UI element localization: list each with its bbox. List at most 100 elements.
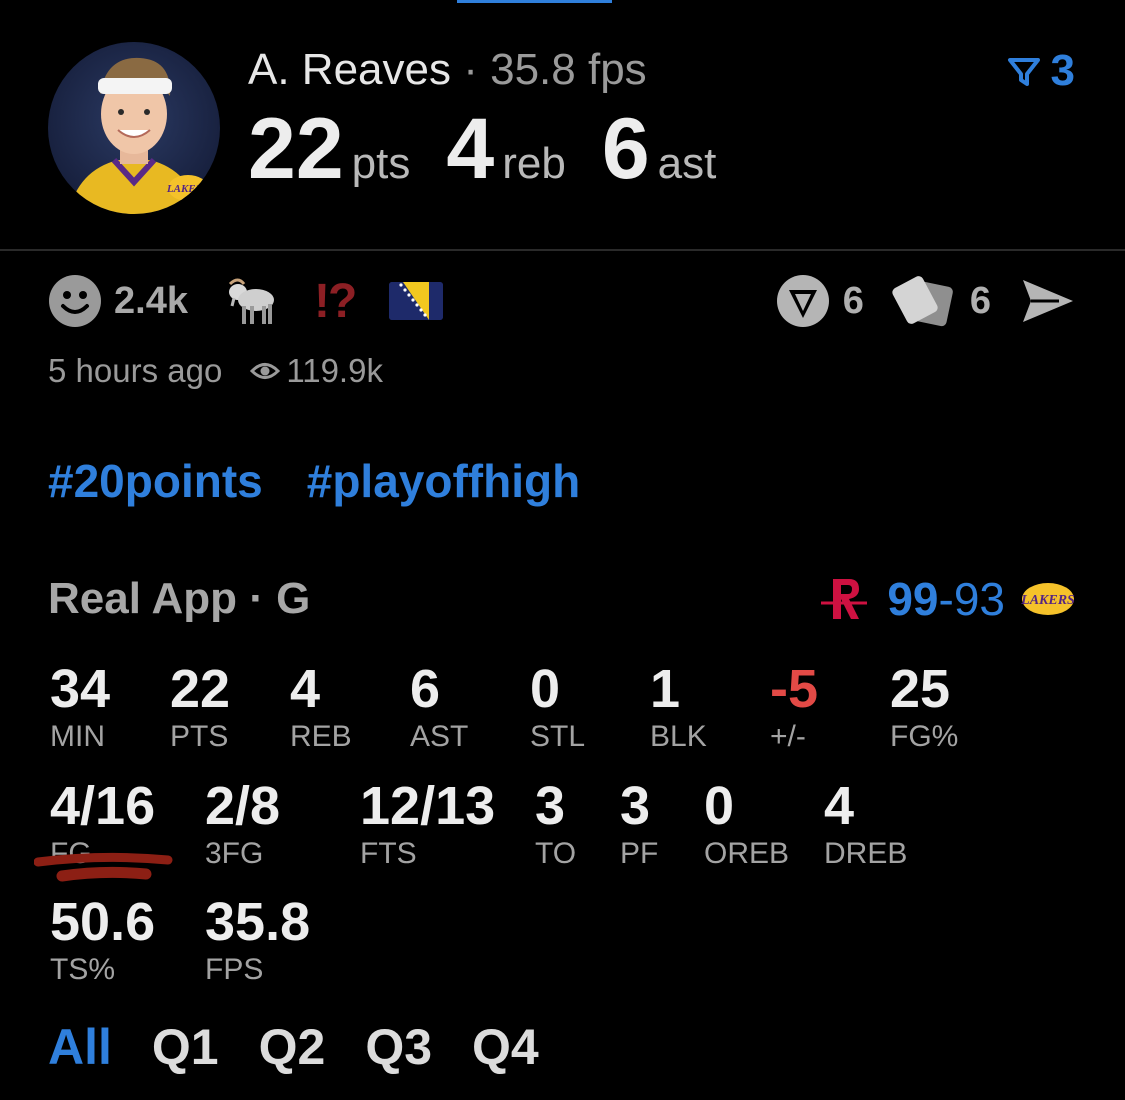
- hashtags: #20points #playoffhigh: [48, 454, 624, 508]
- rockets-logo: [821, 579, 868, 619]
- name-separator: ·: [463, 45, 478, 94]
- stat-stl-value: 0: [530, 659, 561, 719]
- headline-stats: 22 pts 4 reb 6 ast: [248, 104, 752, 194]
- smiley-icon[interactable]: [48, 274, 102, 328]
- stat-fg-pct-value: 25: [890, 659, 951, 719]
- lakers-logo: LAKERS: [1020, 583, 1075, 615]
- stat-plus-minus-value: -5: [770, 659, 819, 719]
- stat-blk-value: 1: [650, 659, 681, 719]
- stat-ast-value: 6: [410, 659, 441, 719]
- stat-fg-pct: 25 FG%: [890, 660, 958, 754]
- stat-ast-label: AST: [410, 720, 469, 753]
- tab-q2[interactable]: Q2: [259, 1018, 326, 1076]
- score-home: 99: [887, 573, 939, 625]
- tab-q1[interactable]: Q1: [152, 1018, 219, 1076]
- top-tab-indicator: [457, 0, 612, 3]
- tab-q3[interactable]: Q3: [365, 1018, 432, 1076]
- stat-3fg-value: 2/8: [205, 776, 281, 836]
- headline-rebounds: 4: [446, 101, 495, 197]
- stat-ast: 6 AST: [410, 660, 468, 754]
- stat-fg-pct-label: FG%: [890, 720, 959, 753]
- svg-text:LAKERS: LAKERS: [166, 183, 209, 195]
- stat-3fg: 2/8 3FG: [205, 777, 280, 871]
- timestamp: 5 hours ago: [48, 352, 223, 389]
- quarter-tabs: All Q1 Q2 Q3 Q4: [48, 1018, 539, 1076]
- player-name-row: A. Reaves · 35.8 fps: [248, 44, 647, 96]
- stat-plus-minus-label: +/-: [770, 720, 806, 753]
- stat-reb-label: REB: [290, 720, 352, 753]
- stat-reb: 4 REB: [290, 660, 352, 754]
- red-underline-markup: [34, 852, 173, 882]
- stat-pf-label: PF: [620, 837, 659, 870]
- comments-count: 6: [842, 279, 864, 322]
- stat-pts: 22 PTS: [170, 660, 230, 754]
- stat-ts-pct-value: 50.6: [50, 892, 156, 952]
- source-label: Real App · G: [48, 574, 311, 623]
- player-name[interactable]: A. Reaves: [248, 45, 451, 94]
- cards-count: 6: [969, 279, 991, 322]
- player-photo-icon: LAKERS: [68, 57, 209, 214]
- stat-pf-value: 3: [620, 776, 651, 836]
- stat-fg-value: 4/16: [50, 776, 156, 836]
- filter-count: 3: [1050, 46, 1075, 95]
- stat-pf: 3 PF: [620, 777, 658, 871]
- stat-to-label: TO: [535, 837, 577, 870]
- headline-rebounds-unit: reb: [502, 139, 566, 188]
- headline-assists-unit: ast: [657, 139, 717, 188]
- stat-oreb-label: OREB: [704, 837, 790, 870]
- view-count: 119.9k: [250, 352, 383, 390]
- stat-fts-value: 12/13: [360, 776, 496, 836]
- stat-blk-label: BLK: [650, 720, 707, 753]
- stat-fps: 35.8 FPS: [205, 893, 310, 987]
- stat-ts-pct: 50.6 TS%: [50, 893, 155, 987]
- stat-to: 3 TO: [535, 777, 576, 871]
- goat-icon[interactable]: [222, 274, 280, 328]
- stat-3fg-label: 3FG: [205, 837, 264, 870]
- stat-fps-label: FPS: [205, 953, 264, 986]
- stat-min-value: 34: [50, 659, 111, 719]
- actions-row: 6 6: [775, 273, 1077, 329]
- stat-pts-label: PTS: [170, 720, 229, 753]
- post-meta: 5 hours ago 119.9k: [48, 352, 383, 390]
- stat-min: 34 MIN: [50, 660, 110, 754]
- stat-stl: 0 STL: [530, 660, 585, 754]
- stat-oreb: 0 OREB: [704, 777, 789, 871]
- stat-ts-pct-label: TS%: [50, 953, 116, 986]
- stat-blk: 1 BLK: [650, 660, 707, 754]
- stat-min-label: MIN: [50, 720, 105, 753]
- cards-icon[interactable]: [892, 274, 958, 328]
- stat-pts-value: 22: [170, 659, 231, 719]
- stat-dreb-label: DREB: [824, 837, 908, 870]
- hashtag-20points[interactable]: #20points: [48, 455, 263, 507]
- headline-points-unit: pts: [351, 139, 411, 188]
- stat-oreb-value: 0: [704, 776, 735, 836]
- header-divider: [0, 249, 1125, 251]
- game-score[interactable]: 99-93 LAKERS: [819, 572, 1077, 626]
- tab-q4[interactable]: Q4: [472, 1018, 539, 1076]
- stat-fts-label: FTS: [360, 837, 417, 870]
- stat-stl-label: STL: [530, 720, 586, 753]
- avatar[interactable]: LAKERS: [48, 42, 220, 214]
- filter-button[interactable]: 3: [1007, 46, 1075, 96]
- fantasy-score: 35.8 fps: [490, 45, 647, 94]
- comment-icon[interactable]: [775, 273, 831, 329]
- filter-icon: [1007, 58, 1040, 86]
- svg-text:LAKERS: LAKERS: [1020, 593, 1075, 608]
- score-away: 93: [953, 573, 1005, 625]
- flag-icon[interactable]: [389, 282, 444, 320]
- score-dash: -: [938, 573, 954, 625]
- eye-icon: [250, 363, 281, 379]
- stat-to-value: 3: [535, 776, 566, 836]
- stat-dreb-value: 4: [824, 776, 855, 836]
- stat-reb-value: 4: [290, 659, 321, 719]
- hashtag-playoffhigh[interactable]: #playoffhigh: [307, 455, 580, 507]
- tab-all[interactable]: All: [48, 1018, 112, 1076]
- stat-plus-minus: -5 +/-: [770, 660, 818, 754]
- headline-points: 22: [248, 101, 344, 197]
- headline-assists: 6: [601, 101, 650, 197]
- share-icon[interactable]: [1019, 276, 1077, 326]
- reaction-count: 2.4k: [114, 279, 188, 322]
- exclaim-reaction[interactable]: !?: [314, 274, 357, 329]
- stat-dreb: 4 DREB: [824, 777, 907, 871]
- reactions-row: 2.4k !?: [48, 273, 444, 329]
